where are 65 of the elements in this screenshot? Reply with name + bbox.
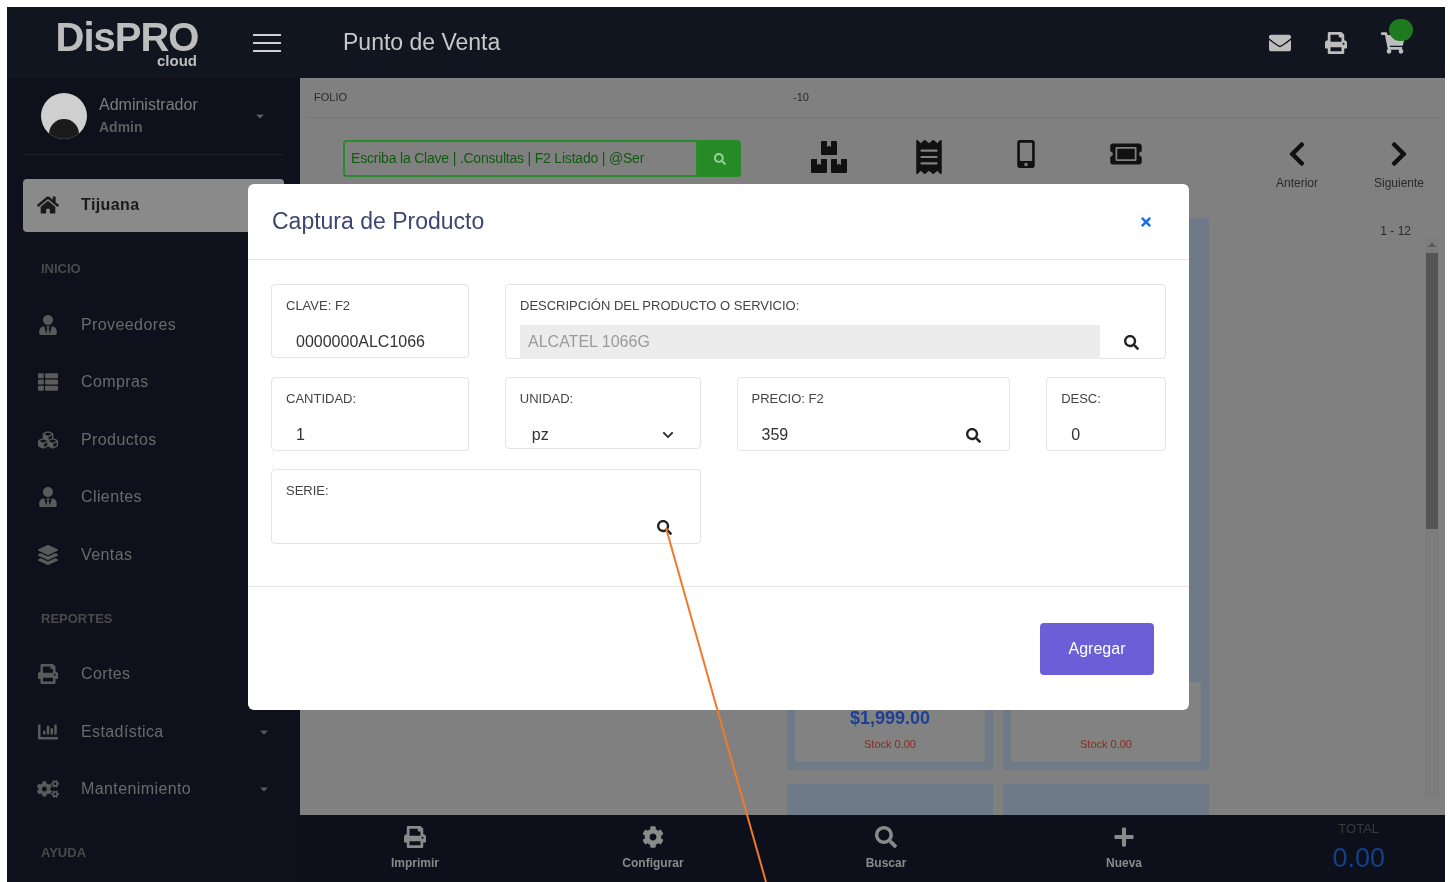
- person-icon: [37, 314, 59, 335]
- close-icon[interactable]: [1139, 214, 1153, 229]
- list-icon: [37, 372, 59, 392]
- printer-icon[interactable]: [1325, 31, 1347, 54]
- search-icon[interactable]: [966, 427, 982, 443]
- search-icon[interactable]: [657, 519, 672, 535]
- home-icon: [37, 195, 59, 215]
- toolbar-button[interactable]: Imprimir: [365, 825, 465, 872]
- field-label: PRECIO: F2: [751, 391, 824, 406]
- page-range: 1 - 12: [1380, 223, 1411, 240]
- stock-label: Stock 0.00: [1080, 736, 1132, 752]
- field-label: CLAVE: F2: [286, 298, 351, 313]
- sidebar-item[interactable]: Mantenimiento: [23, 762, 284, 816]
- field-label: DESC:: [1061, 391, 1101, 406]
- field-label: CANTIDAD:: [286, 391, 357, 406]
- layers-icon: [37, 544, 59, 565]
- sidebar-item[interactable]: Productos: [23, 413, 284, 466]
- previous-button[interactable]: Anterior: [1265, 140, 1329, 192]
- toolbar-button[interactable]: Buscar: [836, 825, 936, 872]
- field-label: DESCRIPCIÓN DEL PRODUCTO O SERVICIO:: [520, 298, 800, 313]
- description-field[interactable]: ALCATEL 1066G: [520, 325, 1100, 359]
- search-field[interactable]: Escriba la Clave | .Consultas | F2 Listado | @Ser: [343, 140, 698, 177]
- printer-icon: [37, 664, 59, 684]
- toolbar-button[interactable]: Configurar: [603, 825, 703, 872]
- sidebar-section-label: AYUDA: [40, 844, 88, 863]
- search-icon[interactable]: [1124, 334, 1139, 350]
- user-role: Admin: [99, 119, 144, 137]
- avatar-icon: [41, 92, 87, 139]
- sidebar-item[interactable]: Proveedores: [23, 298, 284, 351]
- sidebar-item[interactable]: Clientes: [23, 470, 284, 524]
- stock-label: Stock 0.00: [864, 736, 916, 752]
- toolbar-button[interactable]: Nueva: [1074, 825, 1174, 872]
- sidebar-item[interactable]: Compras: [23, 355, 284, 409]
- input-field[interactable]: 1: [296, 423, 305, 447]
- sidebar-section-label: INICIO: [40, 260, 82, 279]
- field-label: SERIE:: [286, 483, 329, 498]
- input-field[interactable]: 359: [761, 423, 789, 447]
- chevron-down-icon: [661, 429, 674, 441]
- search-icon: [713, 152, 726, 165]
- person-icon: [37, 487, 59, 507]
- sidebar-item[interactable]: Estadística: [23, 705, 284, 758]
- gear-icon: [642, 825, 664, 848]
- field-label: UNIDAD:: [519, 391, 574, 406]
- total-amount: 0.00: [1332, 842, 1385, 875]
- page-title: Punto de Venta: [343, 28, 501, 58]
- add-button[interactable]: Agregar: [1040, 622, 1154, 675]
- sidebar-section-label: REPORTES: [40, 609, 114, 628]
- printer-icon: [404, 825, 426, 848]
- receipt-icon[interactable]: [915, 140, 943, 174]
- folio-value: -10: [793, 90, 809, 106]
- logo-subtitle: cloud: [157, 53, 197, 68]
- unit-select[interactable]: pz: [519, 422, 686, 448]
- user-name: Administrador: [99, 95, 198, 115]
- cubes-icon: [37, 429, 59, 450]
- gears-icon: [37, 779, 59, 799]
- folio-label: FOLIO: [314, 90, 347, 106]
- sidebar-item[interactable]: Cortes: [23, 647, 284, 701]
- product-price: $1,999.00: [849, 706, 931, 730]
- input-field[interactable]: 0000000ALC1066: [296, 330, 425, 354]
- search-icon: [875, 825, 897, 848]
- plus-icon: [1113, 825, 1135, 848]
- sidebar-item[interactable]: Ventas: [23, 528, 284, 581]
- input-field[interactable]: 0: [1071, 423, 1081, 447]
- boxes-icon[interactable]: [811, 140, 847, 174]
- next-button[interactable]: Siguiente: [1367, 140, 1431, 192]
